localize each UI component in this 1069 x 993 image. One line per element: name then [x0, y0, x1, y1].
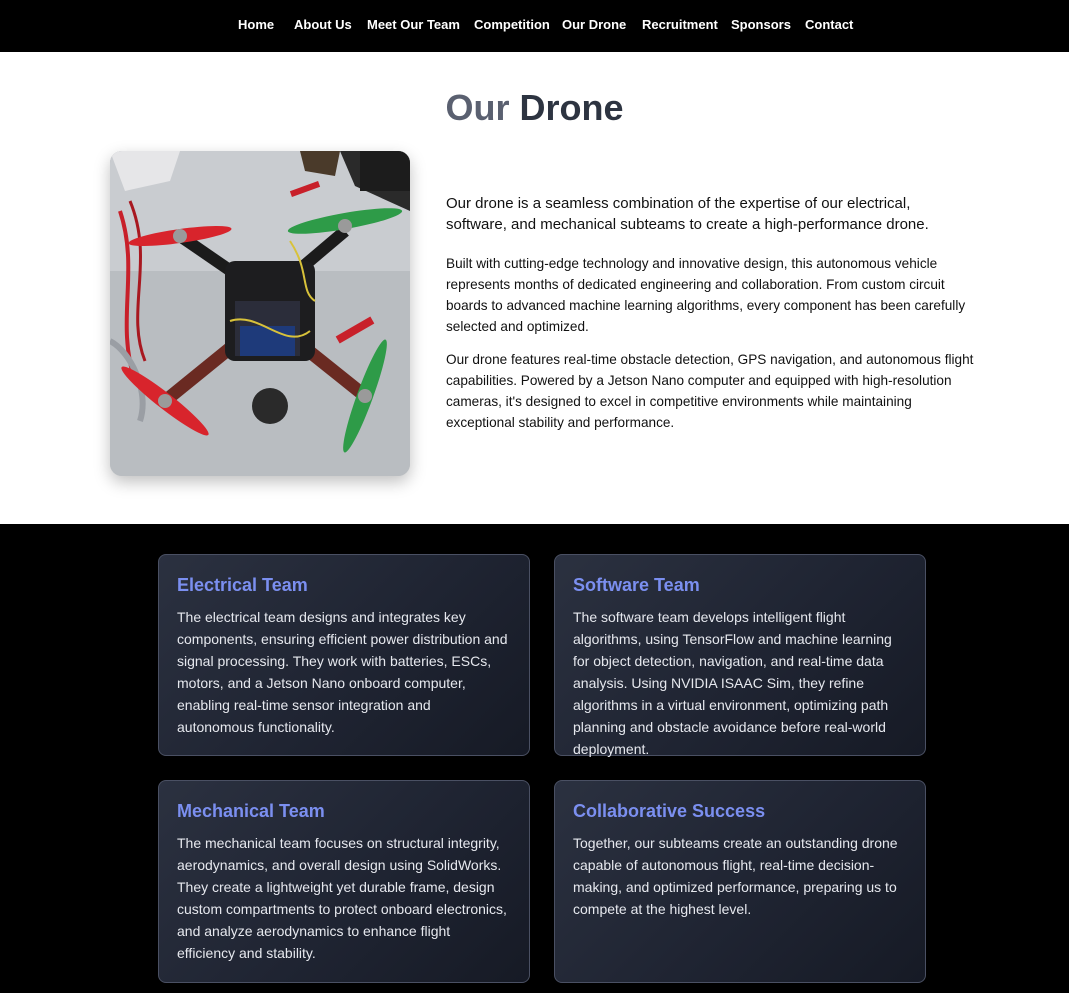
nav-link-meet-our-team[interactable]: Meet Our Team	[367, 17, 460, 32]
team-card-title: Mechanical Team	[177, 801, 325, 821]
page-title: Our Drone	[0, 86, 1069, 130]
nav-link-our-drone[interactable]: Our Drone	[562, 17, 626, 32]
team-card-title: Collaborative Success	[573, 801, 766, 821]
drone-photo	[110, 151, 410, 476]
page-title-part-1: Our	[445, 87, 510, 128]
team-card-description: Together, our subteams create an outstan…	[573, 835, 898, 917]
team-card-electrical: Electrical Team The electrical team desi…	[158, 554, 530, 756]
page-title-part-2: Drone	[519, 87, 624, 128]
nav-link-competition[interactable]: Competition	[474, 17, 550, 32]
nav-link-about-us[interactable]: About Us	[294, 17, 352, 32]
drone-intro-lead: Our drone is a seamless combination of t…	[446, 195, 929, 233]
drone-intro-paragraph-1: Built with cutting-edge technology and i…	[446, 256, 966, 334]
team-card-collaborative-success: Collaborative Success Together, our subt…	[554, 780, 926, 983]
nav-link-sponsors[interactable]: Sponsors	[731, 17, 791, 32]
team-card-title: Software Team	[573, 575, 700, 595]
drone-intro-paragraph-2: Our drone features real-time obstacle de…	[446, 352, 974, 430]
team-card-software: Software Team The software team develops…	[554, 554, 926, 757]
team-card-title: Electrical Team	[177, 575, 308, 595]
nav-link-recruitment[interactable]: Recruitment	[642, 17, 718, 32]
team-card-mechanical: Mechanical Team The mechanical team focu…	[158, 780, 530, 983]
top-navigation-bar: Home About Us Meet Our Team Competition …	[0, 0, 1069, 52]
nav-link-contact[interactable]: Contact	[805, 17, 853, 32]
team-card-description: The electrical team designs and integrat…	[177, 609, 508, 735]
team-card-description: The mechanical team focuses on structura…	[177, 835, 507, 961]
team-card-description: The software team develops intelligent f…	[573, 609, 892, 757]
nav-link-home[interactable]: Home	[238, 17, 274, 32]
